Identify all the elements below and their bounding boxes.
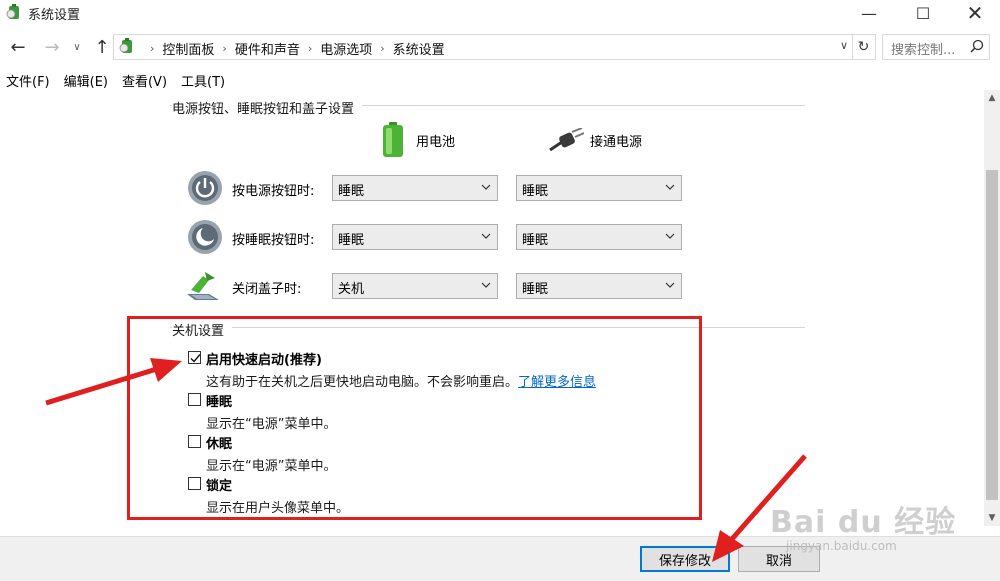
- power-section-heading: 电源按钮、睡眠按钮和盖子设置: [172, 98, 363, 117]
- up-arrow-icon[interactable]: ↑: [90, 35, 114, 59]
- menu-edit[interactable]: 编辑(E): [57, 68, 115, 90]
- search-icon: [970, 39, 984, 53]
- breadcrumb-separator-icon[interactable]: ›: [380, 42, 384, 55]
- chevron-down-icon: [665, 282, 675, 288]
- plugged-in-column-header: 接通电源: [548, 128, 642, 152]
- breadcrumb-system-settings[interactable]: 系统设置: [393, 39, 445, 58]
- control-panel-icon: [6, 4, 19, 19]
- search-input[interactable]: 搜索控制...: [882, 34, 990, 60]
- sleep-button-plugged-select[interactable]: 睡眠: [516, 224, 682, 250]
- scroll-up-arrow-icon[interactable]: ▲: [984, 90, 1000, 106]
- menu-file[interactable]: 文件(F): [0, 68, 57, 90]
- chevron-down-icon: [481, 233, 491, 239]
- refresh-button[interactable]: ↻: [852, 34, 876, 60]
- scrollbar-thumb[interactable]: [986, 170, 998, 500]
- control-panel-icon: [119, 38, 132, 53]
- lid-close-battery-select[interactable]: 关机: [332, 273, 498, 299]
- annotation-highlight-box: [127, 316, 702, 520]
- minimize-button[interactable]: —: [846, 0, 892, 26]
- plugged-in-column-label: 接通电源: [590, 134, 643, 150]
- menu-bar: 文件(F) 编辑(E) 查看(V) 工具(T): [0, 68, 232, 90]
- forward-arrow-icon[interactable]: →: [40, 35, 64, 59]
- select-value: 关机: [338, 282, 365, 297]
- back-arrow-icon[interactable]: ←: [6, 35, 30, 59]
- scroll-down-arrow-icon[interactable]: ▼: [984, 510, 1000, 526]
- battery-column-label: 用电池: [416, 134, 456, 150]
- sleep-button-battery-select[interactable]: 睡眠: [332, 224, 498, 250]
- maximize-button[interactable]: ☐: [900, 0, 946, 26]
- select-value: 睡眠: [522, 282, 549, 297]
- save-button[interactable]: 保存修改: [640, 546, 730, 572]
- lid-close-label: 关闭盖子时:: [232, 282, 302, 297]
- sleep-button-icon: [188, 220, 222, 254]
- select-value: 睡眠: [338, 233, 365, 248]
- watermark-brand: Bai du 经验: [770, 505, 957, 540]
- power-button-label: 按电源按钮时:: [232, 184, 315, 199]
- battery-column-header: 用电池: [382, 122, 455, 158]
- breadcrumb-power-options[interactable]: 电源选项: [320, 39, 372, 58]
- navigation-bar: ← → ∨ ↑ › 控制面板 › 硬件和声音 › 电源选项 › 系统设置 ∨ ↻…: [0, 32, 1000, 62]
- address-dropdown-chevron-icon[interactable]: ∨: [840, 39, 848, 52]
- baidu-watermark: Bai du 经验 jingyan.baidu.com: [770, 497, 956, 553]
- select-value: 睡眠: [522, 184, 549, 199]
- breadcrumb-hardware-sound[interactable]: 硬件和声音: [235, 39, 300, 58]
- recent-locations-chevron-icon[interactable]: ∨: [70, 35, 84, 59]
- menu-view[interactable]: 查看(V): [115, 68, 174, 90]
- power-plug-icon: [549, 128, 584, 152]
- breadcrumb-control-panel[interactable]: 控制面板: [162, 39, 214, 58]
- lid-close-plugged-select[interactable]: 睡眠: [516, 273, 682, 299]
- battery-icon: [383, 122, 403, 157]
- breadcrumb-separator-icon[interactable]: ›: [308, 42, 312, 55]
- select-value: 睡眠: [522, 233, 549, 248]
- window-title: 系统设置: [28, 8, 81, 23]
- address-bar[interactable]: › 控制面板 › 硬件和声音 › 电源选项 › 系统设置 ∨: [113, 34, 853, 60]
- power-button-plugged-select[interactable]: 睡眠: [516, 175, 682, 201]
- chevron-down-icon: [665, 233, 675, 239]
- breadcrumb-separator-icon[interactable]: ›: [222, 42, 226, 55]
- sleep-button-label: 按睡眠按钮时:: [232, 233, 315, 248]
- watermark-url: jingyan.baidu.com: [786, 539, 897, 553]
- breadcrumb-separator-icon: ›: [150, 42, 155, 55]
- chevron-down-icon: [481, 282, 491, 288]
- menu-tools[interactable]: 工具(T): [174, 68, 232, 90]
- breadcrumb: › 控制面板 › 硬件和声音 › 电源选项 › 系统设置: [142, 39, 445, 58]
- power-button-icon: [188, 171, 222, 205]
- close-button[interactable]: ✕: [952, 0, 998, 26]
- power-button-battery-select[interactable]: 睡眠: [332, 175, 498, 201]
- vertical-scrollbar[interactable]: ▲ ▼: [984, 90, 1000, 526]
- select-value: 睡眠: [338, 184, 365, 199]
- chevron-down-icon: [481, 184, 491, 190]
- title-bar: 系统设置 — ☐ ✕: [0, 0, 1000, 26]
- search-placeholder: 搜索控制...: [891, 43, 956, 58]
- chevron-down-icon: [665, 184, 675, 190]
- laptop-lid-icon: [187, 272, 219, 300]
